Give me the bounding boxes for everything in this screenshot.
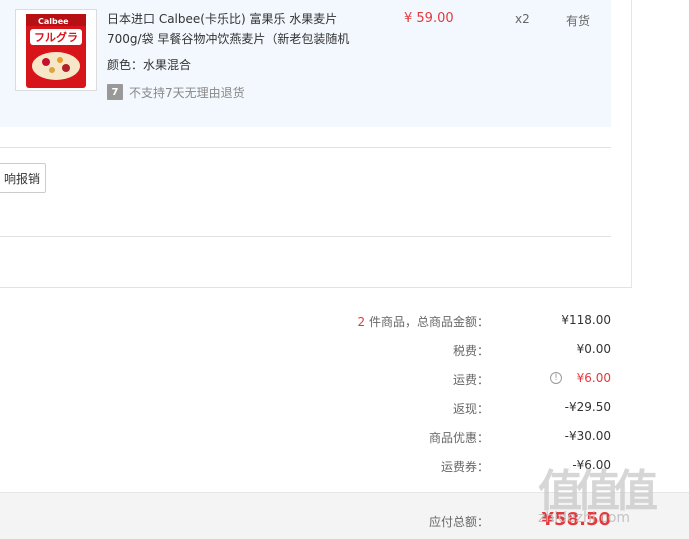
svg-text:Calbee: Calbee (38, 17, 69, 26)
total-amount: ¥58.50 (541, 509, 611, 530)
product-thumbnail[interactable]: Calbee フルグラ (15, 9, 97, 91)
summary-label: 返现： (452, 402, 489, 416)
summary-label: 税费： (452, 344, 489, 358)
summary-value: ¥0.00 (576, 342, 611, 356)
summary-value: -¥29.50 (564, 400, 611, 414)
summary-row-shipping: 运费： ! ¥6.00 (0, 371, 689, 391)
product-row: Calbee フルグラ 日本进口 Calbee(卡乐比) 富果乐 水果麦片700… (0, 0, 611, 127)
svg-text:フルグラ: フルグラ (34, 30, 78, 44)
info-icon[interactable]: ! (550, 372, 562, 384)
summary-label: 运费： (452, 373, 489, 387)
item-count: 2 (357, 315, 366, 329)
total-bar: 应付总额： ¥58.50 (0, 492, 689, 539)
invoice-button-label: 响报销 (3, 171, 40, 186)
summary-label: 商品优惠： (428, 431, 489, 445)
no-return-notice: 7 不支持7天无理由退货 (107, 83, 245, 101)
summary-value: ¥6.00 (576, 371, 611, 385)
invoice-button[interactable]: 响报销 (0, 163, 46, 193)
no-return-icon: 7 (107, 84, 123, 100)
summary-row-subtotal: 2 件商品，总商品金额： ¥118.00 (0, 313, 689, 333)
no-return-text: 不支持7天无理由退货 (129, 85, 245, 100)
summary-label: 运费券： (440, 460, 489, 474)
summary-row-shipping-coupon: 运费券： -¥6.00 (0, 458, 689, 478)
product-attribute: 颜色：水果混合 (107, 58, 192, 72)
total-label: 应付总额： (428, 515, 489, 529)
cereal-package-icon: Calbee フルグラ (26, 14, 86, 88)
summary-row-tax: 税费： ¥0.00 (0, 342, 689, 362)
product-price: ¥ 59.00 (404, 11, 454, 26)
divider (0, 147, 611, 148)
stock-status: 有货 (566, 14, 591, 28)
summary-row-cashback: 返现： -¥29.50 (0, 400, 689, 420)
summary-value: ¥118.00 (561, 313, 611, 327)
divider (631, 0, 632, 288)
product-title[interactable]: 日本进口 Calbee(卡乐比) 富果乐 水果麦片700g/袋 早餐谷物冲饮燕麦… (107, 9, 357, 49)
product-quantity: x2 (515, 12, 530, 26)
summary-row-discount: 商品优惠： -¥30.00 (0, 429, 689, 449)
divider (0, 236, 611, 237)
summary-label-text: 件商品，总商品金额： (368, 315, 489, 329)
summary-label: 2 件商品，总商品金额： (358, 313, 489, 330)
divider (0, 287, 632, 288)
summary-value: -¥6.00 (572, 458, 611, 472)
summary-value: -¥30.00 (564, 429, 611, 443)
